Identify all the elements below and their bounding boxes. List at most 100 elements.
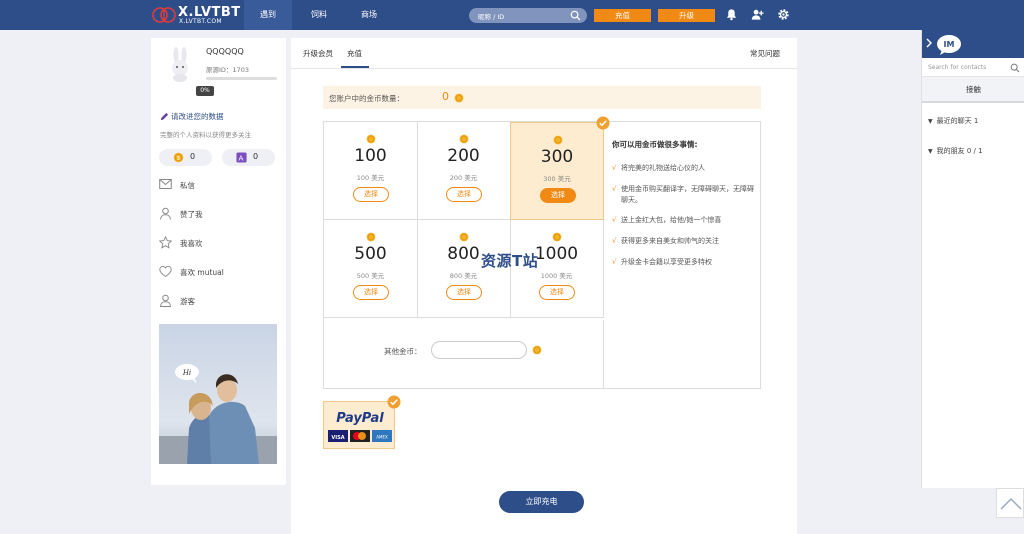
coin-icon (532, 345, 542, 355)
menu-private-messages[interactable]: 私信 (159, 178, 279, 192)
select-button[interactable]: 选择 (353, 285, 389, 300)
gear-icon[interactable] (777, 8, 790, 21)
recharge-button[interactable]: 充值 (594, 9, 651, 22)
menu-label: 喜欢 mutual (180, 268, 224, 277)
menu-label: 赞了我 (180, 210, 203, 219)
coin-icon (552, 232, 562, 242)
coin-benefits: 你可以用金币做很多事情: √ 将完美的礼物送给心仪的人 √ 使用金币购买翻译字，无障… (612, 139, 757, 266)
coin-icon (454, 93, 464, 103)
coin-icon: $ (173, 152, 184, 163)
select-button[interactable]: 选择 (539, 285, 575, 300)
group-count: 0 / 1 (966, 147, 983, 155)
menu-label: 私信 (180, 181, 195, 190)
nav-meet[interactable]: 遇到 (244, 0, 292, 30)
select-button[interactable]: 选择 (353, 187, 389, 202)
coin-icon (459, 232, 469, 242)
im-panel: IM Search for contacts 接触 ▼ 最近的聊天 1 ▼ 我的朋友… (921, 30, 1024, 488)
paypal-wordmark: PayPal (336, 411, 384, 426)
select-button[interactable]: 选择 (540, 188, 576, 203)
menu-i-like[interactable]: 我喜欢 (159, 236, 279, 250)
triangle-down-icon: ▼ (928, 148, 933, 155)
other-coins-label: 其他金币： (384, 347, 422, 356)
balance-label: 您账户中的金币数量： (329, 94, 404, 103)
benefits-title: 你可以用金币做很多事情: (612, 140, 698, 149)
search-icon[interactable] (570, 10, 581, 21)
im-chat-icon[interactable]: IM (936, 34, 964, 56)
package-price: 300 美元 (543, 175, 571, 183)
check-icon: √ (612, 185, 617, 193)
tab-contacts[interactable]: 接触 (922, 77, 1024, 103)
menu-mutual-likes[interactable]: 喜欢 mutual (159, 265, 279, 279)
star-icon (159, 236, 172, 249)
points-balance-pill[interactable]: A 0 (222, 149, 275, 166)
package-500[interactable]: 500 500 美元 选择 (324, 220, 418, 318)
bunny-avatar[interactable] (165, 46, 195, 82)
couple-photo[interactable]: Hi (159, 324, 277, 464)
tab-upgrade-membership[interactable]: 升级会员 (303, 48, 333, 59)
other-coins-input[interactable] (431, 341, 527, 359)
user-icon (160, 207, 171, 220)
faq-link[interactable]: 常见问题 (750, 48, 780, 59)
upgrade-button[interactable]: 升级 (658, 9, 715, 22)
package-200[interactable]: 200 200 美元 选择 (417, 122, 511, 220)
package-amount: 300 (540, 147, 574, 167)
tab-recharge[interactable]: 充值 (347, 48, 362, 59)
search-icon[interactable] (1010, 63, 1020, 73)
coin-icon (459, 134, 469, 144)
coin-count: 0 (190, 152, 196, 161)
menu-visitors[interactable]: 游客 (159, 294, 279, 308)
select-button[interactable]: 选择 (446, 187, 482, 202)
nav-mall[interactable]: 商场 (346, 0, 392, 30)
chevron-right-icon[interactable] (926, 38, 932, 48)
amex-card-label: AMEX (376, 435, 388, 440)
package-price: 100 美元 (356, 174, 385, 182)
bell-icon[interactable] (725, 8, 738, 21)
profile-panel: QQQQQQ 原源ID：1703 0% 请改进您的数据 完整的个人资料以获得更多… (151, 38, 286, 485)
menu-liked-me[interactable]: 赞了我 (159, 207, 279, 221)
benefit-text: 升级金卡会籍以享受更多特权 (621, 258, 712, 266)
recharge-panel: 升级会员 充值 常见问题 您账户中的金币数量： 0 100 100 美元 选择 … (291, 38, 797, 534)
select-button[interactable]: 选择 (446, 285, 482, 300)
couple-photo-image: Hi (159, 324, 277, 464)
improve-data-hint: 完整的个人资料以获得更多关注 (160, 131, 251, 139)
contact-search-input[interactable]: Search for contacts (928, 64, 986, 71)
logo[interactable]: X.LVTBT X.LVTBT.COM (152, 4, 242, 26)
pay-now-button[interactable]: 立即充电 (499, 491, 584, 513)
points-icon: A (236, 152, 247, 163)
group-count: 1 (973, 117, 979, 125)
package-100[interactable]: 100 100 美元 选择 (324, 122, 418, 220)
package-amount: 100 (354, 146, 387, 166)
progress-percent-badge: 0% (196, 86, 214, 96)
photo-speech-bubble: Hi (182, 369, 191, 377)
coin-icon (366, 134, 376, 144)
heart-icon (159, 265, 172, 278)
package-price: 500 美元 (356, 272, 385, 280)
search-placeholder: 昵称 / ID (478, 13, 505, 21)
search-input[interactable]: 昵称 / ID (469, 8, 587, 23)
paypal-logo-icon: PayPal VISA AMEX (328, 411, 392, 442)
visitor-icon (159, 294, 172, 307)
add-user-icon[interactable] (751, 8, 764, 21)
user-id: 原源ID：1703 (206, 66, 249, 74)
logo-subtitle: X.LVTBT.COM (179, 18, 222, 25)
im-header: IM (922, 30, 1024, 58)
my-friends-group[interactable]: ▼ 我的朋友 0 / 1 (928, 146, 983, 156)
group-label: 最近的聊天 (936, 117, 972, 125)
improve-data-link[interactable]: 请改进您的数据 (160, 111, 224, 122)
package-amount: 200 (447, 146, 480, 166)
recent-chats-group[interactable]: ▼ 最近的聊天 1 (928, 116, 978, 126)
profile-progress-bar (206, 77, 277, 80)
svg-text:$: $ (177, 156, 181, 162)
package-300-selected[interactable]: 300 300 美元 选择 (510, 116, 610, 220)
nav-feed[interactable]: 饲料 (296, 0, 342, 30)
benefit-text: 获得更多来自美女和帅气的关注 (621, 237, 719, 245)
coin-balance-pill[interactable]: $ 0 (159, 149, 212, 166)
chevron-up-icon (1000, 497, 1022, 510)
triangle-down-icon: ▼ (928, 118, 933, 125)
im-badge-label: IM (944, 40, 955, 49)
scroll-to-top-button[interactable] (996, 488, 1024, 518)
selected-check-icon (596, 116, 610, 130)
paypal-payment-option[interactable]: PayPal VISA AMEX (323, 395, 401, 449)
check-icon: √ (612, 164, 617, 172)
benefit-text: 将完美的礼物送给心仪的人 (621, 164, 705, 172)
